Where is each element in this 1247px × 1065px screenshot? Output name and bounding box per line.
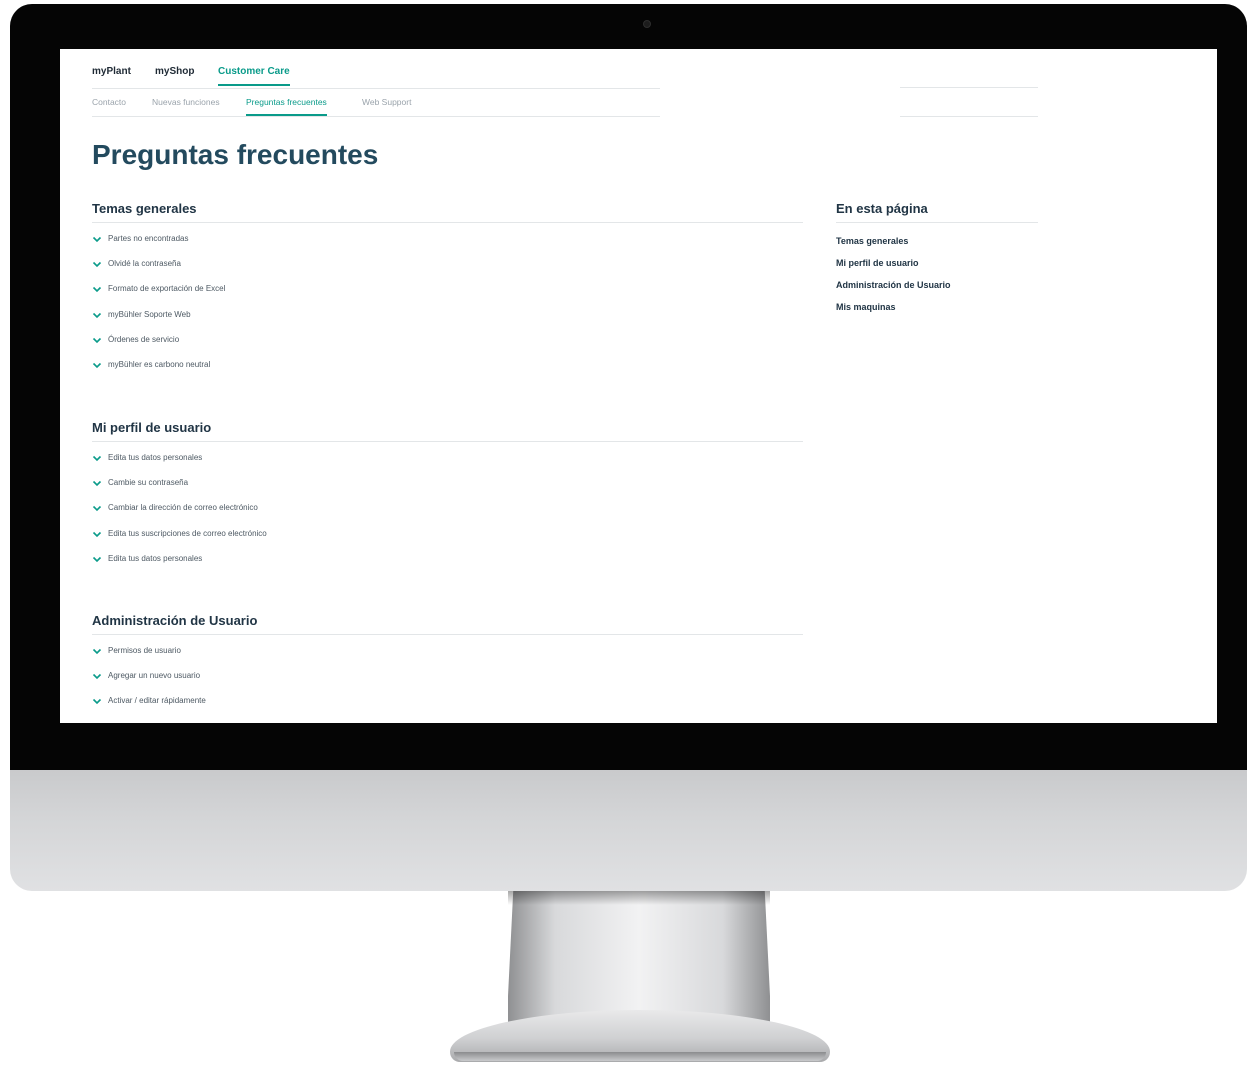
faq-item[interactable]: Formato de exportación de Excel: [92, 284, 803, 309]
faq-item[interactable]: Permisos de usuario: [92, 646, 803, 671]
faq-item[interactable]: Cambiar la dirección de correo electróni…: [92, 503, 803, 528]
faq-list: Edita tus datos personales Cambie su con…: [92, 453, 803, 579]
tab-nuevas-funciones[interactable]: Nuevas funciones: [152, 97, 220, 114]
faq-label: Órdenes de servicio: [108, 334, 180, 344]
faq-item[interactable]: Agregar un nuevo usuario: [92, 671, 803, 696]
toc-link-temas-generales[interactable]: Temas generales: [836, 235, 1038, 257]
section-title: Mi perfil de usuario: [92, 420, 803, 442]
right-divider-bottom: [900, 116, 1038, 117]
camera-icon: [643, 20, 651, 28]
toc-link-mi-perfil[interactable]: Mi perfil de usuario: [836, 257, 1038, 279]
tab-contacto[interactable]: Contacto: [92, 97, 126, 114]
chevron-down-icon: [92, 648, 102, 655]
chevron-down-icon: [92, 312, 102, 318]
monitor-foot-edge: [454, 1052, 826, 1061]
tab-web-support[interactable]: Web Support: [362, 97, 411, 114]
section-administracion: Administración de Usuario Permisos de us…: [92, 613, 803, 722]
faq-item[interactable]: myBühler Soporte Web: [92, 310, 803, 335]
faq-item[interactable]: Edita tus suscripciones de correo electr…: [92, 529, 803, 554]
toc-list: Temas generales Mi perfil de usuario Adm…: [836, 235, 1038, 323]
page-title: Preguntas frecuentes: [92, 139, 379, 170]
faq-label: Cambiar la dirección de correo electróni…: [108, 503, 258, 513]
faq-label: Olvidé la contraseña: [108, 259, 181, 269]
top-navigation: myPlant myShop Customer Care: [92, 65, 660, 89]
sub-navigation: Contacto Nuevas funciones Preguntas frec…: [92, 95, 660, 117]
faq-item[interactable]: myBühler es carbono neutral: [92, 360, 803, 385]
faq-item[interactable]: Partes no encontradas: [92, 234, 803, 259]
chevron-down-icon: [92, 506, 102, 512]
chevron-down-icon: [92, 481, 102, 487]
screen: myPlant myShop Customer Care Contacto Nu…: [60, 49, 1217, 723]
nav-customer-care[interactable]: Customer Care: [218, 66, 290, 86]
faq-item[interactable]: Activar / editar rápidamente: [92, 696, 803, 721]
faq-label: Edita tus suscripciones de correo electr…: [108, 528, 267, 538]
toc-link-mis-maquinas[interactable]: Mis maquinas: [836, 301, 1038, 323]
chevron-down-icon: [92, 556, 102, 562]
faq-label: myBühler es carbono neutral: [108, 359, 211, 369]
toc-link-administracion[interactable]: Administración de Usuario: [836, 279, 1038, 301]
faq-item[interactable]: Cambie su contraseña: [92, 478, 803, 503]
faq-label: Partes no encontradas: [108, 234, 189, 243]
chevron-down-icon: [92, 699, 102, 705]
faq-item[interactable]: Órdenes de servicio: [92, 335, 803, 360]
stand-shadow: [508, 891, 770, 905]
faq-list: Permisos de usuario Agregar un nuevo usu…: [92, 646, 803, 722]
faq-label: Formato de exportación de Excel: [108, 284, 226, 294]
faq-item[interactable]: Edita tus datos personales: [92, 554, 803, 579]
faq-item[interactable]: Edita tus datos personales: [92, 453, 803, 478]
chevron-down-icon: [92, 262, 102, 268]
chevron-down-icon: [92, 337, 102, 343]
tab-preguntas-frecuentes[interactable]: Preguntas frecuentes: [246, 97, 327, 116]
section-title: Temas generales: [92, 201, 803, 223]
toc-title: En esta página: [836, 201, 1038, 223]
monitor-chin: [10, 770, 1247, 891]
faq-label: Cambie su contraseña: [108, 478, 189, 488]
section-title: Administración de Usuario: [92, 613, 803, 635]
chevron-down-icon: [92, 455, 102, 462]
faq-label: Agregar un nuevo usuario: [108, 671, 201, 681]
chevron-down-icon: [92, 674, 102, 680]
nav-myshop[interactable]: myShop: [155, 66, 194, 84]
right-divider-top: [900, 87, 1038, 88]
on-this-page-nav: En esta página Temas generales Mi perfil…: [836, 201, 1038, 323]
chevron-down-icon: [92, 287, 102, 293]
section-mi-perfil: Mi perfil de usuario Edita tus datos per…: [92, 420, 803, 579]
faq-label: Permisos de usuario: [108, 646, 181, 655]
faq-item[interactable]: Olvidé la contraseña: [92, 259, 803, 284]
chevron-down-icon: [92, 236, 102, 243]
nav-myplant[interactable]: myPlant: [92, 66, 131, 84]
section-temas-generales: Temas generales Partes no encontradas Ol…: [92, 201, 803, 385]
faq-label: myBühler Soporte Web: [108, 309, 191, 319]
chevron-down-icon: [92, 362, 102, 369]
faq-label: Edita tus datos personales: [108, 553, 203, 563]
chevron-down-icon: [92, 531, 102, 537]
faq-label: Activar / editar rápidamente: [108, 696, 206, 706]
faq-label: Edita tus datos personales: [108, 453, 203, 462]
faq-list: Partes no encontradas Olvidé la contrase…: [92, 234, 803, 385]
